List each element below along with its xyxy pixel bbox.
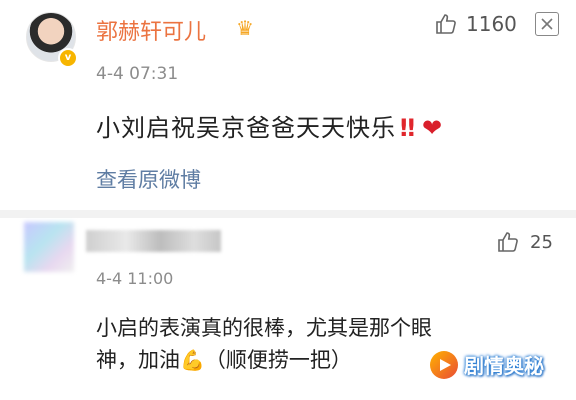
thumbs-up-icon [498, 232, 518, 252]
v-badge-icon: v [58, 48, 78, 68]
comment-body: 小刘启祝吴京爸爸天天快乐 [96, 114, 396, 142]
like-button[interactable]: 25 [496, 230, 553, 254]
comment-text-part: 神，加油 [96, 348, 180, 372]
muscle-emoji-icon: 💪 [180, 348, 205, 372]
like-count: 1160 [466, 12, 517, 36]
like-button[interactable]: 1160 [434, 12, 517, 36]
watermark: 剧情奥秘 [430, 350, 544, 379]
like-count: 25 [530, 231, 553, 253]
avatar-blurred[interactable] [24, 222, 74, 272]
comment-text-line1: 小启的表演真的很棒，尤其是那个眼 [96, 316, 432, 340]
view-original-link[interactable]: 查看原微博 [96, 164, 201, 194]
close-icon [541, 18, 553, 30]
comment-text: 小刘启祝吴京爸爸天天快乐 ‼ ❤ [96, 108, 443, 143]
username[interactable]: 郭赫轩可儿 [96, 14, 206, 46]
double-exclamation-icon: ‼ [400, 114, 417, 142]
crown-icon: ♛ [236, 16, 254, 40]
close-button[interactable] [535, 12, 559, 36]
heart-icon: ❤ [422, 114, 444, 142]
timestamp: 4-4 07:31 [96, 64, 179, 84]
comment-text-part: （顺便捞一把） [204, 348, 352, 372]
thumbs-up-icon [436, 14, 456, 34]
timestamp: 4-4 11:00 [96, 269, 174, 288]
play-logo-icon [430, 350, 458, 379]
watermark-text: 剧情奥秘 [464, 354, 544, 378]
comment-text-line2: 神，加油💪（顺便捞一把） [96, 344, 352, 374]
username-blurred[interactable] [86, 230, 221, 252]
divider [0, 210, 576, 218]
